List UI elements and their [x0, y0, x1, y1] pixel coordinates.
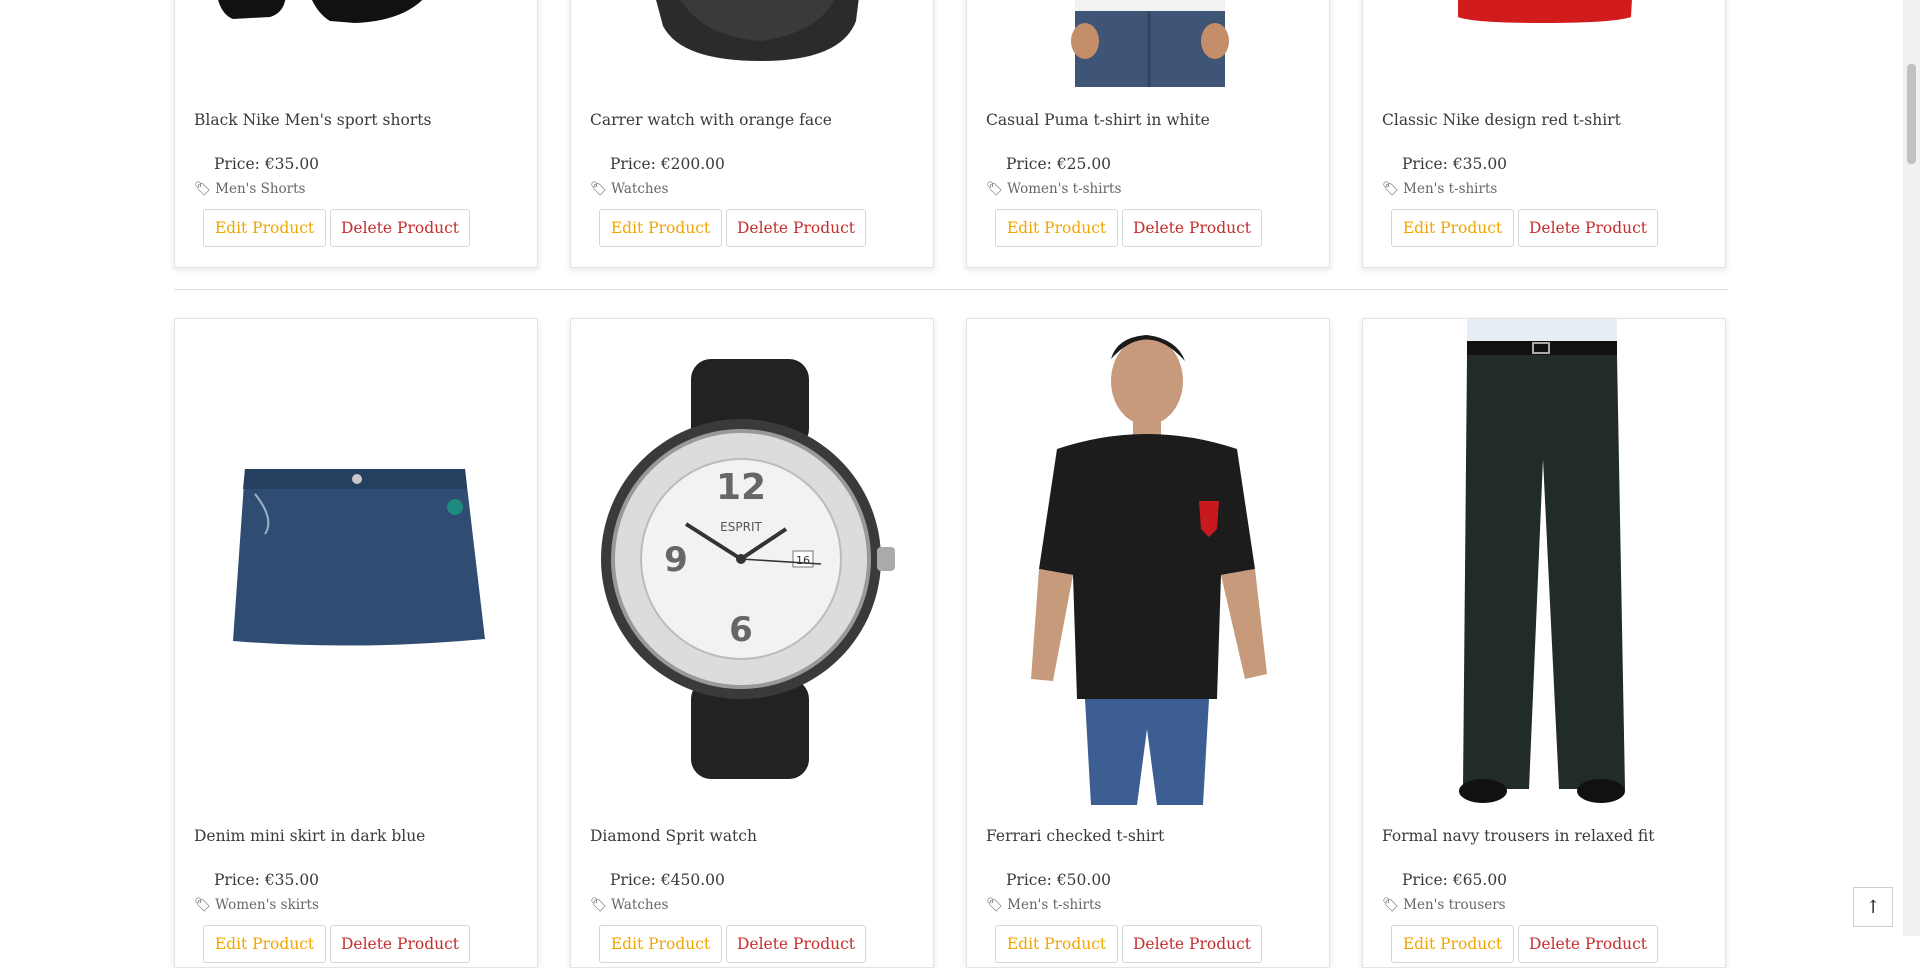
product-image	[1363, 319, 1725, 805]
svg-text:6: 6	[729, 610, 753, 650]
product-price: Price: €35.00	[214, 871, 320, 889]
tag-icon: 🏷	[590, 897, 608, 913]
product-card: 12 9 6 ESPRIT 16 Diamond Sprit watch Pri…	[570, 318, 934, 968]
product-card: Black Nike Men's sport shorts Price: €35…	[174, 0, 538, 268]
edit-product-button[interactable]: Edit Product	[599, 209, 722, 247]
product-category: 🏷 Men's trousers	[1382, 897, 1506, 913]
product-card: Casual Puma t-shirt in white Price: €25.…	[966, 0, 1330, 268]
product-title: Black Nike Men's sport shorts	[194, 111, 432, 129]
product-title: Ferrari checked t-shirt	[986, 827, 1165, 845]
product-image	[1363, 0, 1725, 87]
scroll-to-top-button[interactable]: ↑	[1853, 887, 1893, 927]
product-title: Formal navy trousers in relaxed fit	[1382, 827, 1655, 845]
product-image	[175, 0, 537, 87]
edit-product-button[interactable]: Edit Product	[203, 925, 326, 963]
tag-icon: 🏷	[194, 897, 212, 913]
product-price: Price: €35.00	[1402, 155, 1508, 173]
tag-icon: 🏷	[1382, 897, 1400, 913]
product-title: Diamond Sprit watch	[590, 827, 757, 845]
delete-product-button[interactable]: Delete Product	[330, 925, 470, 963]
svg-text:12: 12	[716, 467, 766, 508]
product-price: Price: €25.00	[1006, 155, 1112, 173]
delete-product-button[interactable]: Delete Product	[1518, 209, 1658, 247]
product-category: 🏷 Men's t-shirts	[1382, 181, 1498, 197]
svg-text:9: 9	[664, 540, 688, 580]
product-image: 12 9 6 ESPRIT 16	[571, 319, 933, 805]
product-category: 🏷 Men's Shorts	[194, 181, 306, 197]
delete-product-button[interactable]: Delete Product	[1122, 925, 1262, 963]
product-title: Denim mini skirt in dark blue	[194, 827, 426, 845]
product-category: 🏷 Watches	[590, 897, 669, 913]
edit-product-button[interactable]: Edit Product	[203, 209, 326, 247]
tag-icon: 🏷	[986, 181, 1004, 197]
product-price: Price: €200.00	[610, 155, 725, 173]
product-image	[967, 0, 1329, 87]
product-price: Price: €50.00	[1006, 871, 1112, 889]
arrow-up-icon: ↑	[1865, 896, 1881, 918]
product-image	[967, 319, 1329, 805]
delete-product-button[interactable]: Delete Product	[330, 209, 470, 247]
delete-product-button[interactable]: Delete Product	[726, 209, 866, 247]
product-card: Denim mini skirt in dark blue Price: €35…	[174, 318, 538, 968]
product-price: Price: €450.00	[610, 871, 725, 889]
product-card: Classic Nike design red t-shirt Price: €…	[1362, 0, 1726, 268]
svg-text:ESPRIT: ESPRIT	[720, 520, 762, 534]
product-category: 🏷 Women's skirts	[194, 897, 319, 913]
edit-product-button[interactable]: Edit Product	[1391, 925, 1514, 963]
product-title: Casual Puma t-shirt in white	[986, 111, 1210, 129]
tag-icon: 🏷	[1382, 181, 1400, 197]
edit-product-button[interactable]: Edit Product	[995, 209, 1118, 247]
delete-product-button[interactable]: Delete Product	[1122, 209, 1262, 247]
tag-icon: 🏷	[194, 181, 212, 197]
vertical-scrollbar[interactable]	[1903, 0, 1920, 936]
product-card: Formal navy trousers in relaxed fit Pric…	[1362, 318, 1726, 968]
delete-product-button[interactable]: Delete Product	[726, 925, 866, 963]
product-card: Carrer watch with orange face Price: €20…	[570, 0, 934, 268]
scrollbar-thumb[interactable]	[1907, 64, 1916, 164]
tag-icon: 🏷	[986, 897, 1004, 913]
edit-product-button[interactable]: Edit Product	[1391, 209, 1514, 247]
product-category: 🏷 Watches	[590, 181, 669, 197]
product-price: Price: €65.00	[1402, 871, 1508, 889]
tag-icon: 🏷	[590, 181, 608, 197]
product-card: Ferrari checked t-shirt Price: €50.00 🏷 M…	[966, 318, 1330, 968]
svg-text:16: 16	[796, 554, 810, 567]
edit-product-button[interactable]: Edit Product	[995, 925, 1118, 963]
product-title: Classic Nike design red t-shirt	[1382, 111, 1621, 129]
product-title: Carrer watch with orange face	[590, 111, 832, 129]
product-category: 🏷 Men's t-shirts	[986, 897, 1102, 913]
product-price: Price: €35.00	[214, 155, 320, 173]
product-image	[571, 0, 933, 87]
delete-product-button[interactable]: Delete Product	[1518, 925, 1658, 963]
edit-product-button[interactable]: Edit Product	[599, 925, 722, 963]
product-image	[175, 319, 537, 805]
product-category: 🏷 Women's t-shirts	[986, 181, 1122, 197]
row-divider	[174, 289, 1728, 290]
